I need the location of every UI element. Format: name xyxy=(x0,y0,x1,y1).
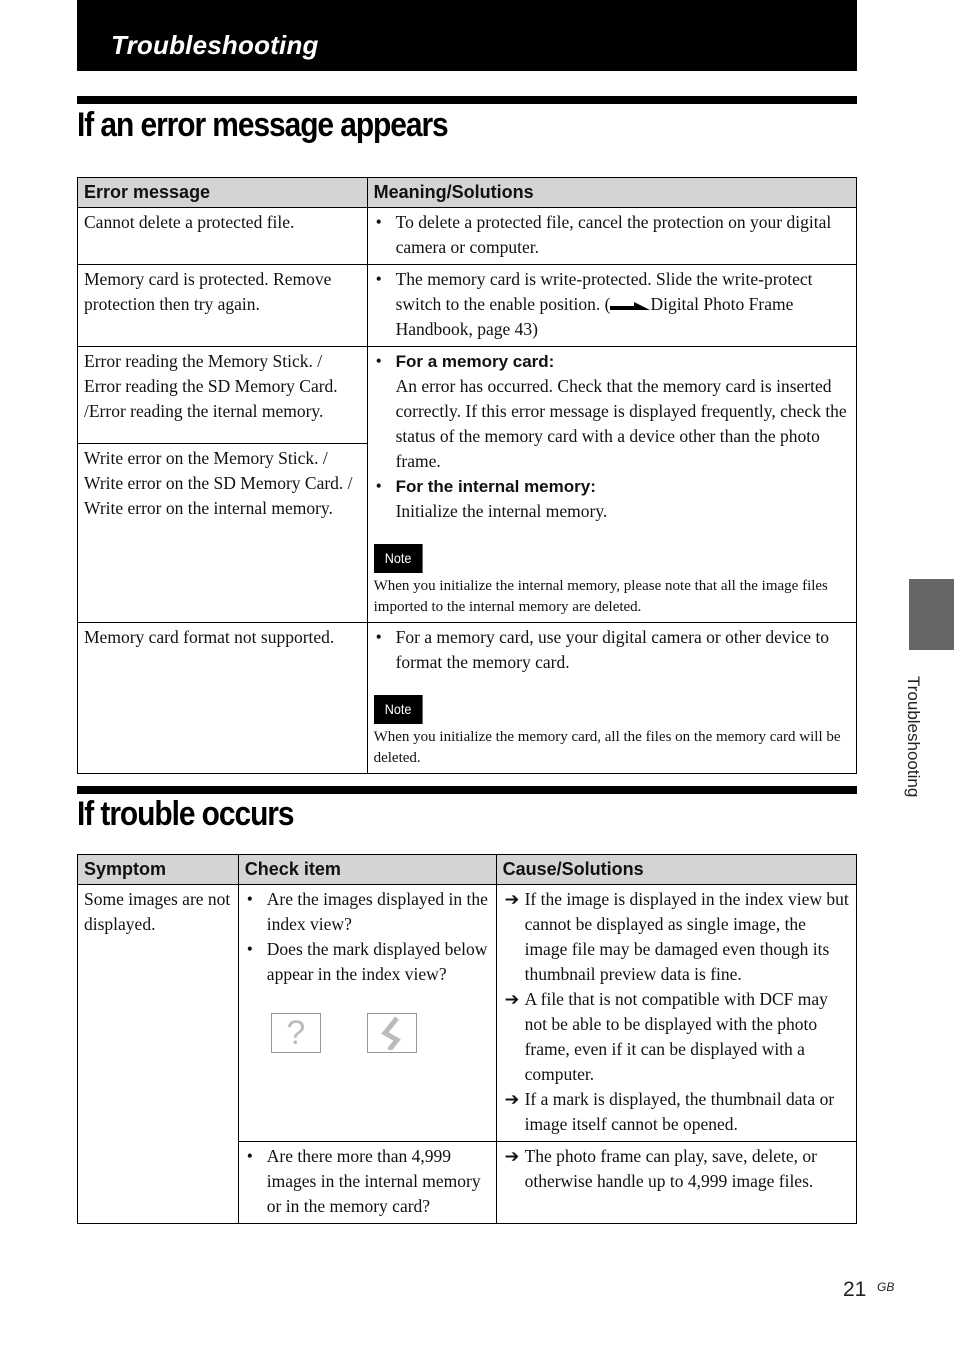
column-header: Check item xyxy=(237,854,497,885)
solution-cell: • To delete a protected file, cancel the… xyxy=(366,207,858,265)
note-badge: Note xyxy=(373,544,422,573)
error-cell: Memory card is protected. Remove protect… xyxy=(77,264,368,347)
question-mark-icon: ? xyxy=(270,1013,321,1053)
error-cell: Error reading the Memory Stick. / Error … xyxy=(77,346,368,444)
table-row: Some images are not displayed. • Are the… xyxy=(77,884,858,1224)
arrow-icon: ➔ xyxy=(504,989,520,1009)
bullet-icon: • xyxy=(375,476,382,496)
bullet-icon: • xyxy=(246,939,253,959)
trouble-table: Symptom Check item Cause/Solutions Some … xyxy=(77,854,858,1224)
bullet-icon: • xyxy=(375,269,382,289)
broken-image-icon xyxy=(366,1013,417,1053)
arrow-icon: ➔ xyxy=(504,1146,520,1166)
subheading: For the internal memory: xyxy=(395,477,596,496)
reference-arrow-icon xyxy=(610,301,651,310)
table-row: Error reading the Memory Stick. / Error … xyxy=(77,346,858,623)
arrow-icon: ➔ xyxy=(504,889,520,909)
check-cell: • Are there more than 4,999 images in th… xyxy=(237,1141,497,1224)
cause-cell: ➔ The photo frame can play, save, delete… xyxy=(495,1141,858,1224)
chapter-header-bar: Troubleshooting xyxy=(77,0,857,71)
bullet-icon: • xyxy=(375,212,382,232)
error-message-table: Error message Meaning/Solutions Cannot d… xyxy=(77,177,858,774)
table-row: Memory card format not supported. • For … xyxy=(77,622,858,774)
error-cell: Cannot delete a protected file. xyxy=(77,207,368,265)
section-rule xyxy=(77,786,857,794)
solution-cell: • For a memory card: An error has occurr… xyxy=(366,346,858,623)
page-language-code: GB xyxy=(877,1280,895,1294)
column-header: Cause/Solutions xyxy=(495,854,858,885)
note-badge: Note xyxy=(373,695,422,724)
section-rule xyxy=(77,96,857,104)
note-text: When you initialize the memory card, all… xyxy=(373,729,841,766)
symptom-cell: Some images are not displayed. xyxy=(77,884,239,1224)
side-tab-marker xyxy=(909,579,954,650)
table-row: Memory card is protected. Remove protect… xyxy=(77,264,858,347)
solution-cell: • The memory card is write-protected. Sl… xyxy=(366,264,858,347)
subheading: For a memory card: xyxy=(395,352,555,371)
arrow-icon: ➔ xyxy=(504,1089,520,1109)
bullet-icon: • xyxy=(246,889,253,909)
side-tab-label: Troubleshooting xyxy=(904,676,923,798)
note-text: When you initialize the internal memory,… xyxy=(373,578,828,615)
error-cell: Write error on the Memory Stick. / Write… xyxy=(77,443,368,623)
column-header: Symptom xyxy=(77,854,239,885)
section-title-trouble: If trouble occurs xyxy=(77,795,295,833)
section-title-error-message: If an error message appears xyxy=(77,106,449,144)
error-cell: Memory card format not supported. xyxy=(77,622,368,774)
table-header-row: Error message Meaning/Solutions xyxy=(77,177,858,208)
solution-cell: • For a memory card, use your digital ca… xyxy=(366,622,858,774)
bullet-icon: • xyxy=(375,351,382,371)
column-header: Error message xyxy=(77,177,368,208)
column-header: Meaning/Solutions xyxy=(366,177,858,208)
bullet-icon: • xyxy=(375,627,382,647)
table-row: Cannot delete a protected file. • To del… xyxy=(77,207,858,265)
bullet-icon: • xyxy=(246,1146,253,1166)
table-header-row: Symptom Check item Cause/Solutions xyxy=(77,854,858,885)
page-number: 21 xyxy=(843,1278,867,1301)
chapter-title: Troubleshooting xyxy=(111,30,319,60)
cause-cell: ➔ If the image is displayed in the index… xyxy=(495,884,858,1142)
check-cell: • Are the images displayed in the index … xyxy=(237,884,497,1142)
